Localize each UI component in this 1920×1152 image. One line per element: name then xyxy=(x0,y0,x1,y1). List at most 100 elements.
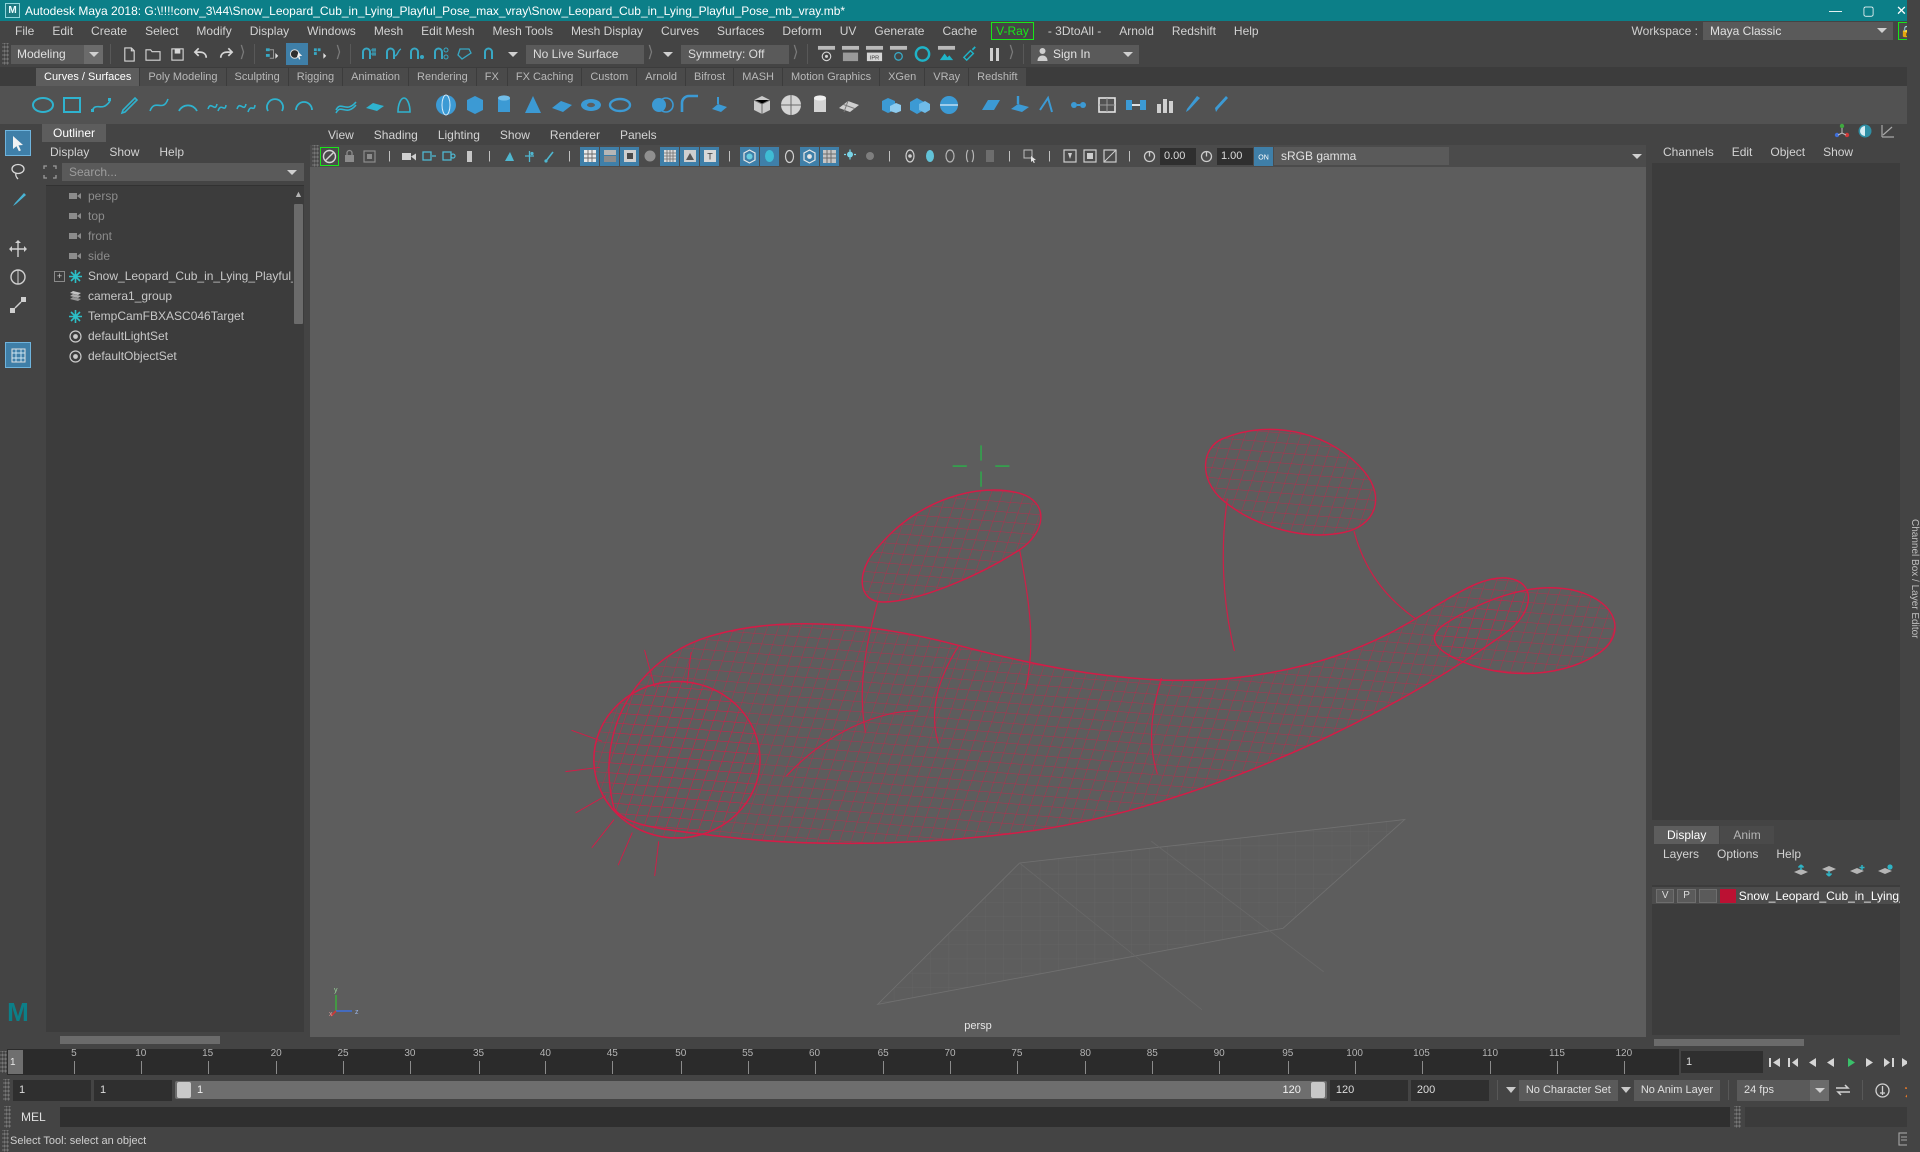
menu-file[interactable]: File xyxy=(6,21,43,41)
shelf-tab-sculpting[interactable]: Sculpting xyxy=(226,68,288,86)
script-language-label[interactable]: MEL xyxy=(15,1110,56,1124)
play-forwards-icon[interactable] xyxy=(1842,1053,1859,1072)
color-space-dropdown-icon[interactable] xyxy=(1627,147,1646,166)
rotate-tool-icon[interactable] xyxy=(5,264,31,290)
target-weld-icon[interactable] xyxy=(1065,92,1091,118)
maximize-button[interactable]: ▢ xyxy=(1852,0,1885,21)
wireframe-on-shaded-icon[interactable] xyxy=(640,147,659,166)
new-scene-icon[interactable] xyxy=(118,43,140,65)
viewport-menu-view[interactable]: View xyxy=(318,128,364,142)
menu-create[interactable]: Create xyxy=(82,21,136,41)
shelf-tab-motion-graphics[interactable]: Motion Graphics xyxy=(783,68,880,86)
outliner-item-default-light-set[interactable]: defaultLightSet xyxy=(46,326,304,346)
range-slider-left-handle[interactable] xyxy=(177,1082,191,1098)
symmetry-field[interactable]: Symmetry: Off xyxy=(681,44,789,64)
smooth-shade-all-icon[interactable] xyxy=(600,146,619,166)
attach-curves-icon[interactable] xyxy=(204,92,230,118)
shelf-tab-fx[interactable]: FX xyxy=(476,68,507,86)
poly-cylinder-icon[interactable] xyxy=(807,92,833,118)
text-display-icon[interactable]: T xyxy=(700,146,719,166)
menu-display[interactable]: Display xyxy=(241,21,298,41)
nurbs-cylinder-icon[interactable] xyxy=(491,92,517,118)
select-objects-viewport-icon[interactable] xyxy=(1020,147,1039,166)
outliner-item-side[interactable]: side xyxy=(46,246,304,266)
nurbs-circle-icon[interactable] xyxy=(607,92,633,118)
character-set-dropdown-icon[interactable] xyxy=(1505,1087,1516,1093)
scrollbar-thumb[interactable] xyxy=(1654,1039,1804,1046)
open-close-curve-icon[interactable] xyxy=(262,92,288,118)
nurbs-cone-icon[interactable] xyxy=(520,92,546,118)
exposure-reset-icon[interactable] xyxy=(1140,147,1159,166)
image-plane-icon[interactable] xyxy=(420,147,439,166)
snap-to-projected-center-icon[interactable] xyxy=(430,43,452,65)
workspace-select[interactable]: Maya Classic xyxy=(1703,22,1893,40)
search-input[interactable]: Search... xyxy=(62,163,304,181)
texture-icon[interactable] xyxy=(660,146,679,166)
outliner-item-top[interactable]: top xyxy=(46,206,304,226)
scale-tool-icon[interactable] xyxy=(5,292,31,318)
toolbar-gripper[interactable] xyxy=(2,1130,9,1152)
channelbox-menu-channels[interactable]: Channels xyxy=(1654,145,1723,159)
film-gate-icon[interactable] xyxy=(540,147,559,166)
new-layer-icon[interactable] xyxy=(1849,864,1866,882)
menu-surfaces[interactable]: Surfaces xyxy=(708,21,773,41)
shelf-tab-arnold[interactable]: Arnold xyxy=(637,68,686,86)
channelbox-menu-object[interactable]: Object xyxy=(1761,145,1814,159)
paint-select-tool-icon[interactable] xyxy=(5,186,31,212)
range-slider-right-handle[interactable] xyxy=(1310,1082,1325,1098)
anim-start-field[interactable]: 1 xyxy=(94,1079,172,1101)
outliner-menu-help[interactable]: Help xyxy=(149,145,194,159)
all-lights-icon[interactable] xyxy=(860,147,879,166)
menu-modify[interactable]: Modify xyxy=(187,21,240,41)
rebuild-curve-icon[interactable] xyxy=(291,92,317,118)
select-object-icon[interactable] xyxy=(286,43,308,65)
anim-layer-dropdown-icon[interactable] xyxy=(1620,1087,1631,1093)
menu-vray[interactable]: V-Ray xyxy=(991,22,1034,40)
viewport-3d[interactable]: y z x persp xyxy=(310,167,1646,1037)
go-to-start-icon[interactable] xyxy=(1766,1053,1783,1072)
command-input[interactable] xyxy=(59,1107,1730,1127)
wireframe-shading-icon[interactable] xyxy=(580,146,599,166)
xray-joints-icon[interactable] xyxy=(940,147,959,166)
surface-extrude-icon[interactable] xyxy=(707,92,733,118)
ipr-render-icon[interactable]: IPR xyxy=(863,43,885,65)
shelf-tab-redshift[interactable]: Redshift xyxy=(969,68,1026,86)
grease-pencil-icon[interactable] xyxy=(460,147,479,166)
select-component-icon[interactable] xyxy=(310,43,332,65)
scrollbar-thumb[interactable] xyxy=(60,1036,220,1044)
shadows-icon[interactable] xyxy=(740,146,759,166)
square-curve-icon[interactable] xyxy=(59,92,85,118)
layer-color-swatch[interactable] xyxy=(1720,888,1736,903)
layer-tab-anim[interactable]: Anim xyxy=(1720,826,1774,844)
gamma-reset-icon[interactable] xyxy=(1197,147,1216,166)
step-back-key-icon[interactable] xyxy=(1785,1053,1802,1072)
bezier-curve-icon[interactable] xyxy=(146,92,172,118)
menu-3dtoall[interactable]: - 3DtoAll - xyxy=(1039,21,1110,41)
new-layer-from-selected-icon[interactable] xyxy=(1877,864,1894,882)
shelf-tab-mash[interactable]: MASH xyxy=(734,68,782,86)
menu-mesh-tools[interactable]: Mesh Tools xyxy=(484,21,562,41)
step-forward-key-icon[interactable] xyxy=(1880,1053,1897,1072)
snap-to-point-icon[interactable] xyxy=(406,43,428,65)
bevel-icon[interactable] xyxy=(978,92,1004,118)
arc-curve-icon[interactable] xyxy=(175,92,201,118)
toggle-render-icon[interactable] xyxy=(959,43,981,65)
viewport-menu-shading[interactable]: Shading xyxy=(364,128,428,142)
ambient-occlusion-icon[interactable] xyxy=(760,146,779,166)
menu-curves[interactable]: Curves xyxy=(652,21,708,41)
outliner-tab[interactable]: Outliner xyxy=(42,124,107,142)
nurbs-plane-icon[interactable] xyxy=(549,92,575,118)
resolution-gate-icon[interactable] xyxy=(520,147,539,166)
outliner-horizontal-scrollbar[interactable] xyxy=(46,1034,304,1046)
play-backwards-icon[interactable] xyxy=(1823,1053,1840,1072)
shelf-tab-vray[interactable]: VRay xyxy=(925,68,969,86)
shelf-tab-rigging[interactable]: Rigging xyxy=(288,68,343,86)
layer-row[interactable]: V P Snow_Leopard_Cub_in_Lying_ xyxy=(1652,887,1900,904)
scroll-up-icon[interactable]: ▲ xyxy=(294,188,303,201)
frame-selection-icon[interactable] xyxy=(42,164,58,180)
layer-horizontal-scrollbar[interactable] xyxy=(1652,1037,1900,1048)
lock-camera-icon[interactable] xyxy=(340,147,359,166)
render-current-frame-icon[interactable] xyxy=(815,43,837,65)
show-manipulators-icon[interactable] xyxy=(1834,123,1850,144)
bridge-icon[interactable] xyxy=(1123,92,1149,118)
